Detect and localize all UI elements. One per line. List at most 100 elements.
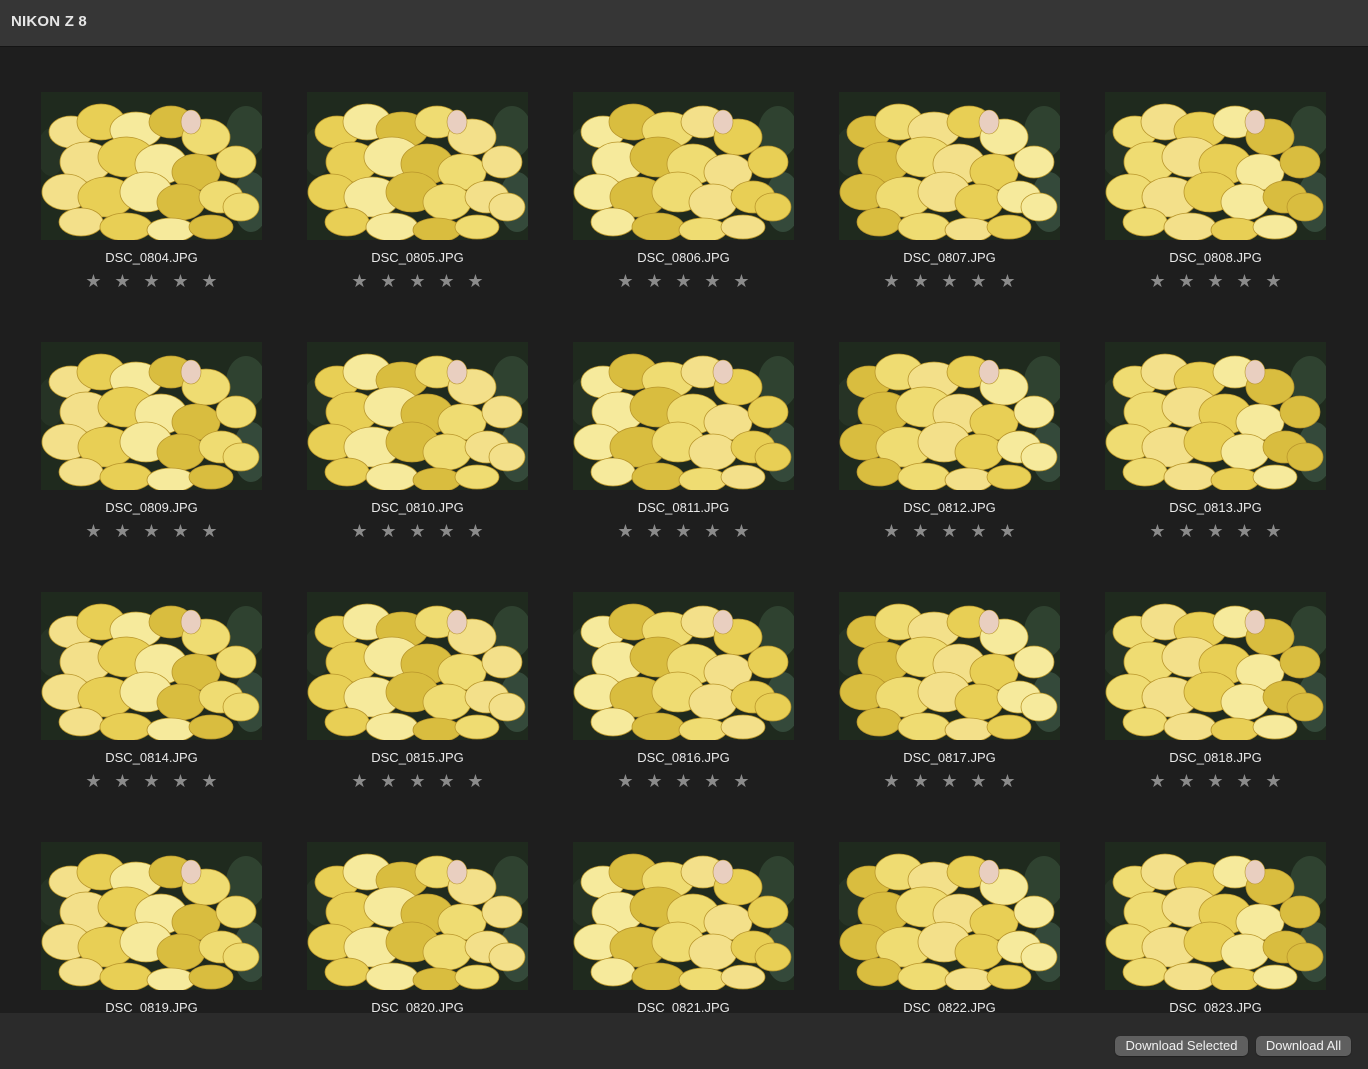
star-icon[interactable]: ★: [461, 770, 490, 794]
photo-item[interactable]: DSC_0807.JPG ★ ★ ★ ★ ★: [839, 92, 1060, 292]
star-icon[interactable]: ★: [611, 520, 640, 544]
star-icon[interactable]: ★: [993, 770, 1022, 794]
photo-item[interactable]: DSC_0806.JPG ★ ★ ★ ★ ★: [573, 92, 794, 292]
star-icon[interactable]: ★: [432, 770, 461, 794]
photo-thumbnail[interactable]: [1105, 342, 1326, 490]
star-icon[interactable]: ★: [461, 270, 490, 294]
photo-thumbnail[interactable]: [307, 592, 528, 740]
photo-item[interactable]: DSC_0821.JPG★★★★★: [573, 842, 794, 1013]
star-icon[interactable]: ★: [877, 270, 906, 294]
photo-item[interactable]: DSC_0805.JPG ★ ★ ★ ★ ★: [307, 92, 528, 292]
star-icon[interactable]: ★: [166, 520, 195, 544]
photo-thumbnail[interactable]: [839, 342, 1060, 490]
star-icon[interactable]: ★: [1259, 770, 1288, 794]
photo-thumbnail[interactable]: [41, 342, 262, 490]
star-icon[interactable]: ★: [727, 520, 756, 544]
star-icon[interactable]: ★: [79, 520, 108, 544]
star-icon[interactable]: ★: [964, 270, 993, 294]
photo-thumbnail[interactable]: [573, 342, 794, 490]
star-icon[interactable]: ★: [611, 270, 640, 294]
star-icon[interactable]: ★: [1201, 270, 1230, 294]
star-icon[interactable]: ★: [993, 520, 1022, 544]
star-icon[interactable]: ★: [877, 520, 906, 544]
star-icon[interactable]: ★: [1172, 770, 1201, 794]
star-icon[interactable]: ★: [935, 270, 964, 294]
photo-item[interactable]: DSC_0818.JPG ★ ★ ★ ★ ★: [1105, 592, 1326, 792]
star-icon[interactable]: ★: [345, 270, 374, 294]
photo-item[interactable]: DSC_0809.JPG ★ ★ ★ ★ ★: [41, 342, 262, 542]
star-icon[interactable]: ★: [1201, 520, 1230, 544]
star-icon[interactable]: ★: [166, 270, 195, 294]
photo-item[interactable]: DSC_0815.JPG ★ ★ ★ ★ ★: [307, 592, 528, 792]
photo-thumbnail[interactable]: [573, 92, 794, 240]
star-icon[interactable]: ★: [1143, 270, 1172, 294]
photo-thumbnail[interactable]: [41, 592, 262, 740]
star-icon[interactable]: ★: [640, 270, 669, 294]
star-icon[interactable]: ★: [669, 270, 698, 294]
star-icon[interactable]: ★: [403, 520, 432, 544]
photo-grid-area[interactable]: DSC_0804.JPG ★ ★ ★ ★ ★ DSC_0805.JPG ★ ★ ★ ★ ★ DSC_08…: [0, 48, 1368, 1013]
photo-item[interactable]: DSC_0820.JPG★★★★★: [307, 842, 528, 1013]
download-all-button[interactable]: Download All: [1256, 1036, 1351, 1056]
star-icon[interactable]: ★: [669, 520, 698, 544]
star-icon[interactable]: ★: [698, 270, 727, 294]
star-icon[interactable]: ★: [669, 770, 698, 794]
star-icon[interactable]: ★: [877, 770, 906, 794]
star-icon[interactable]: ★: [906, 770, 935, 794]
photo-item[interactable]: DSC_0817.JPG ★ ★ ★ ★ ★: [839, 592, 1060, 792]
photo-thumbnail[interactable]: [1105, 92, 1326, 240]
star-icon[interactable]: ★: [1143, 520, 1172, 544]
photo-thumbnail[interactable]: [839, 592, 1060, 740]
star-icon[interactable]: ★: [432, 270, 461, 294]
star-icon[interactable]: ★: [964, 770, 993, 794]
photo-item[interactable]: DSC_0804.JPG ★ ★ ★ ★ ★: [41, 92, 262, 292]
star-icon[interactable]: ★: [611, 770, 640, 794]
star-icon[interactable]: ★: [935, 520, 964, 544]
photo-item[interactable]: DSC_0808.JPG ★ ★ ★ ★ ★: [1105, 92, 1326, 292]
star-icon[interactable]: ★: [1172, 270, 1201, 294]
photo-thumbnail[interactable]: [1105, 592, 1326, 740]
star-icon[interactable]: ★: [1143, 770, 1172, 794]
star-icon[interactable]: ★: [1259, 270, 1288, 294]
star-icon[interactable]: ★: [137, 270, 166, 294]
photo-thumbnail[interactable]: [839, 92, 1060, 240]
star-icon[interactable]: ★: [906, 520, 935, 544]
photo-thumbnail[interactable]: [1105, 842, 1326, 990]
star-icon[interactable]: ★: [698, 770, 727, 794]
photo-item[interactable]: DSC_0810.JPG ★ ★ ★ ★ ★: [307, 342, 528, 542]
star-icon[interactable]: ★: [108, 520, 137, 544]
star-icon[interactable]: ★: [108, 770, 137, 794]
photo-thumbnail[interactable]: [573, 842, 794, 990]
photo-thumbnail[interactable]: [307, 842, 528, 990]
photo-thumbnail[interactable]: [41, 92, 262, 240]
photo-item[interactable]: DSC_0812.JPG ★ ★ ★ ★ ★: [839, 342, 1060, 542]
photo-item[interactable]: DSC_0819.JPG★★★★★: [41, 842, 262, 1013]
download-selected-button[interactable]: Download Selected: [1115, 1036, 1248, 1056]
star-icon[interactable]: ★: [727, 270, 756, 294]
star-icon[interactable]: ★: [345, 520, 374, 544]
star-icon[interactable]: ★: [640, 770, 669, 794]
photo-thumbnail[interactable]: [307, 342, 528, 490]
star-icon[interactable]: ★: [1259, 520, 1288, 544]
star-icon[interactable]: ★: [698, 520, 727, 544]
star-icon[interactable]: ★: [195, 770, 224, 794]
star-icon[interactable]: ★: [1201, 770, 1230, 794]
photo-thumbnail[interactable]: [307, 92, 528, 240]
star-icon[interactable]: ★: [79, 270, 108, 294]
star-icon[interactable]: ★: [166, 770, 195, 794]
star-icon[interactable]: ★: [906, 270, 935, 294]
star-icon[interactable]: ★: [640, 520, 669, 544]
photo-item[interactable]: DSC_0816.JPG ★ ★ ★ ★ ★: [573, 592, 794, 792]
star-icon[interactable]: ★: [403, 770, 432, 794]
star-icon[interactable]: ★: [935, 770, 964, 794]
star-icon[interactable]: ★: [137, 520, 166, 544]
star-icon[interactable]: ★: [195, 270, 224, 294]
photo-item[interactable]: DSC_0814.JPG ★ ★ ★ ★ ★: [41, 592, 262, 792]
photo-item[interactable]: DSC_0823.JPG★★★★★: [1105, 842, 1326, 1013]
star-icon[interactable]: ★: [1172, 520, 1201, 544]
photo-thumbnail[interactable]: [573, 592, 794, 740]
star-icon[interactable]: ★: [432, 520, 461, 544]
star-icon[interactable]: ★: [345, 770, 374, 794]
star-icon[interactable]: ★: [374, 770, 403, 794]
star-icon[interactable]: ★: [461, 520, 490, 544]
